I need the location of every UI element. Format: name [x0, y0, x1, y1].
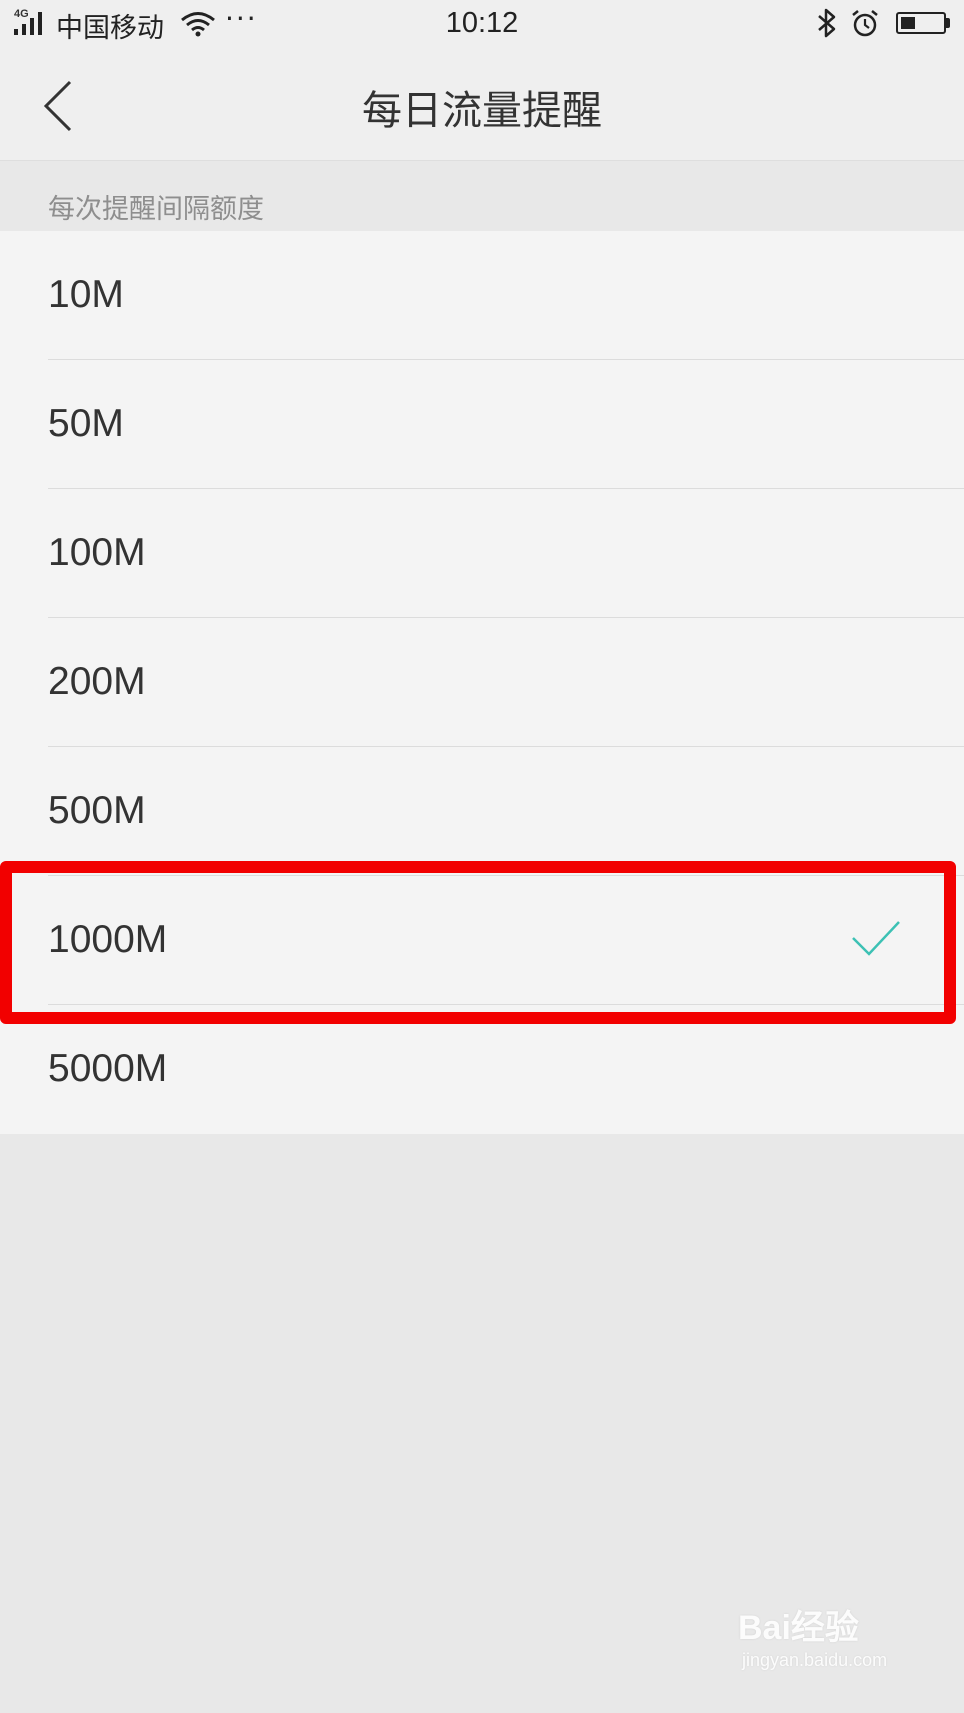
checkmark-icon: [852, 921, 900, 956]
watermark: Bai经验 jingyan.baidu.com: [738, 1600, 938, 1680]
section-title: 每次提醒间隔额度: [48, 194, 264, 225]
watermark-logo: Bai经验: [738, 1609, 859, 1647]
screen: 4G 中国移动 ··· 10:12 每日流量提醒 每次提醒间隔额度 10M 50…: [0, 0, 964, 1713]
option-row[interactable]: 500M: [0, 747, 964, 876]
option-row[interactable]: 100M: [0, 489, 964, 618]
section-header: 每次提醒间隔额度: [0, 161, 964, 231]
bluetooth-icon: [818, 8, 836, 38]
alarm-icon: [852, 10, 878, 37]
option-label: 10M: [48, 273, 124, 316]
option-label: 50M: [48, 402, 124, 445]
option-label: 100M: [48, 531, 146, 574]
watermark-url: jingyan.baidu.com: [742, 1650, 888, 1670]
battery-cap: [946, 18, 950, 28]
page-title: 每日流量提醒: [362, 88, 602, 134]
header-bar: 每日流量提醒: [0, 52, 964, 161]
battery-fill: [901, 17, 915, 29]
battery-icon: [896, 12, 946, 34]
option-row-selected[interactable]: 1000M: [0, 876, 964, 1005]
option-row[interactable]: 200M: [0, 618, 964, 747]
option-row[interactable]: 10M: [0, 231, 964, 360]
option-label: 5000M: [48, 1047, 168, 1090]
option-row[interactable]: 5000M: [0, 1005, 964, 1134]
option-row[interactable]: 50M: [0, 360, 964, 489]
option-label: 200M: [48, 660, 146, 703]
options-list: 10M 50M 100M 200M 500M 1000M 5000M: [0, 231, 964, 1134]
status-bar: 4G 中国移动 ··· 10:12: [0, 0, 964, 52]
option-label: 1000M: [48, 918, 168, 961]
option-label: 500M: [48, 789, 146, 832]
